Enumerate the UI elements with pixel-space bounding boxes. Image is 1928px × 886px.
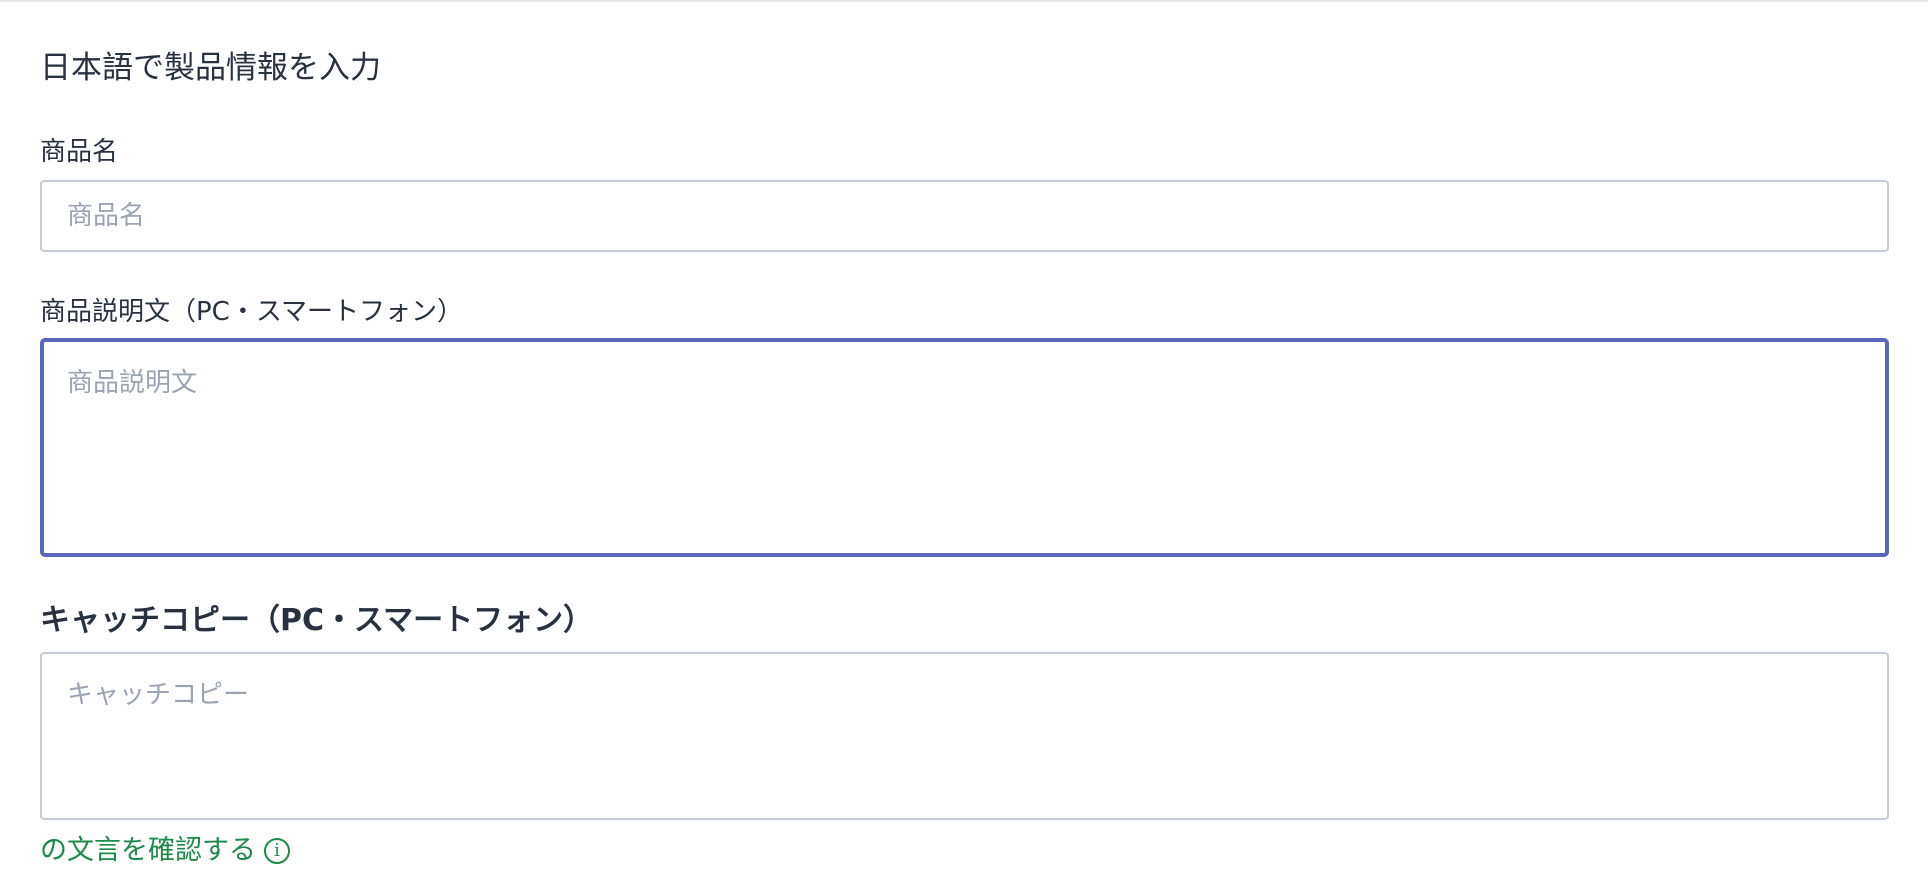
product-name-input[interactable]: [40, 180, 1889, 252]
description-textarea[interactable]: [40, 338, 1889, 557]
check-wording-link[interactable]: の文言を確認する i: [40, 832, 290, 870]
info-icon[interactable]: i: [264, 838, 290, 864]
product-name-label: 商品名: [40, 137, 119, 167]
catch-copy-label: キャッチコピー（PC・スマートフォン）: [40, 603, 594, 638]
description-label: 商品説明文（PC・スマートフォン）: [40, 297, 464, 327]
product-info-form: 日本語で製品情報を入力 商品名 商品説明文（PC・スマートフォン） キャッチコピ…: [0, 0, 1928, 886]
catch-copy-textarea[interactable]: [40, 652, 1889, 820]
check-wording-label: の文言を確認する: [40, 835, 256, 866]
form-title: 日本語で製品情報を入力: [40, 50, 381, 86]
